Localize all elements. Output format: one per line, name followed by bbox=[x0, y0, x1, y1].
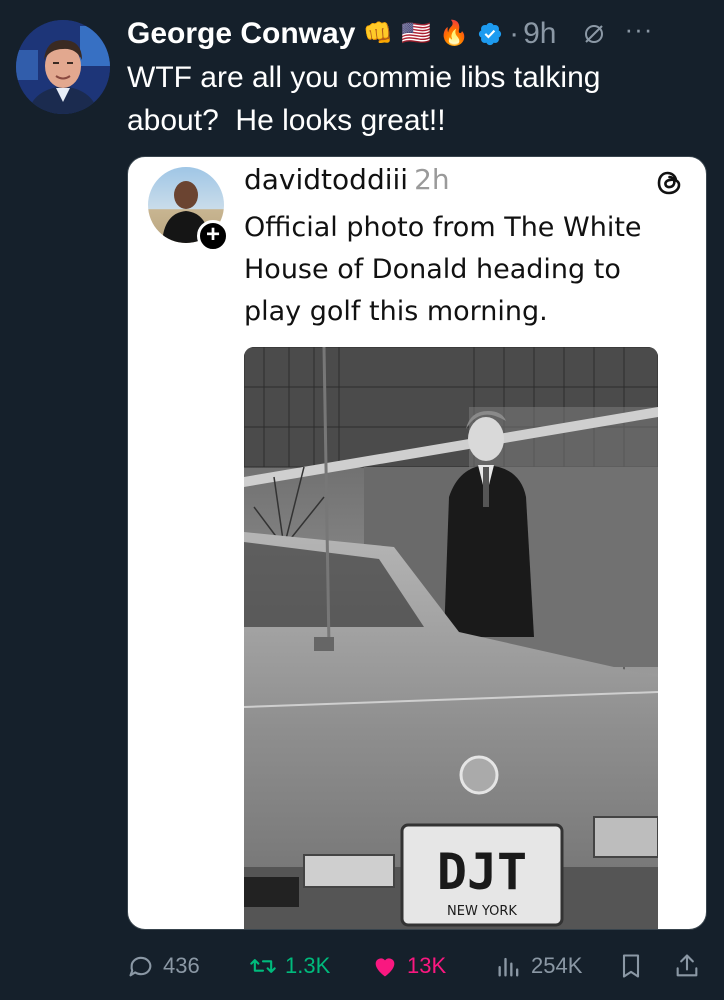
bookmark-icon bbox=[622, 954, 640, 978]
tweet-time[interactable]: 9h bbox=[523, 17, 556, 51]
view-count: 254K bbox=[531, 953, 583, 978]
views-icon bbox=[498, 957, 519, 977]
embedded-image-card[interactable]: + davidtoddiii 2h Official photo from The… bbox=[127, 156, 707, 930]
tweet-header: George Conway 👊 🇺🇸 🔥 · 9h ··· bbox=[127, 14, 710, 54]
threads-icon bbox=[657, 171, 681, 195]
quoted-time: 2h bbox=[414, 163, 450, 196]
author-avatar[interactable] bbox=[16, 20, 110, 114]
separator-dot: · bbox=[509, 17, 520, 50]
share-icon bbox=[676, 954, 698, 977]
share-button[interactable] bbox=[673, 952, 709, 980]
us-flag-emoji: 🇺🇸 bbox=[401, 20, 432, 47]
fire-emoji: 🔥 bbox=[439, 20, 470, 47]
follow-plus-icon: + bbox=[197, 220, 229, 252]
fist-emoji: 👊 bbox=[363, 20, 394, 47]
reply-button[interactable]: 436 bbox=[127, 952, 200, 980]
bookmark-button[interactable] bbox=[617, 952, 653, 980]
repost-count: 1.3K bbox=[285, 953, 331, 978]
reply-count: 436 bbox=[163, 953, 200, 978]
quoted-text: Official photo from The White House of D… bbox=[244, 212, 642, 327]
tweet[interactable]: George Conway 👊 🇺🇸 🔥 · 9h ··· WTF are al… bbox=[0, 0, 724, 1000]
tweet-text: WTF are all you commie libs talking abou… bbox=[127, 61, 601, 137]
like-button[interactable]: 13K bbox=[371, 952, 446, 980]
grok-icon[interactable] bbox=[582, 22, 606, 46]
quoted-user: davidtoddiii 2h bbox=[244, 163, 450, 196]
repost-icon bbox=[250, 959, 276, 973]
tweet-actions: 436 1.3K 13K 254K bbox=[127, 944, 707, 988]
plate-text: DJT bbox=[437, 843, 527, 901]
views-button[interactable]: 254K bbox=[495, 952, 582, 980]
vintage-photo[interactable]: DJT NEW YORK bbox=[244, 347, 658, 929]
reply-icon bbox=[129, 956, 152, 977]
repost-button[interactable]: 1.3K bbox=[249, 952, 330, 980]
heart-icon bbox=[375, 958, 395, 977]
plate-state: NEW YORK bbox=[447, 904, 517, 919]
more-options-icon[interactable]: ··· bbox=[624, 14, 653, 45]
author-display-name[interactable]: George Conway bbox=[127, 17, 355, 51]
verified-badge-icon[interactable] bbox=[477, 21, 503, 47]
like-count: 13K bbox=[407, 953, 447, 978]
quoted-username: davidtoddiii bbox=[244, 163, 409, 196]
